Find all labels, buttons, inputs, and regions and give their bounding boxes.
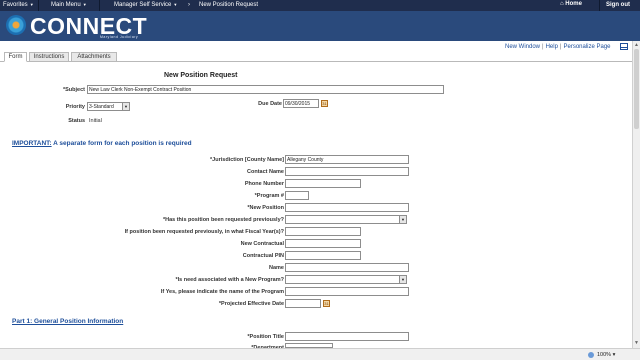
name-label: Name — [269, 265, 284, 271]
page-title: New Position Request — [164, 72, 238, 79]
scroll-down-icon[interactable]: ▼ — [634, 340, 639, 346]
nav-divider — [99, 0, 100, 11]
help-link[interactable]: Help — [546, 44, 558, 50]
new-program-label: *Is need associated with a New Program? — [175, 277, 284, 283]
status-value: Initial — [89, 118, 102, 124]
tab-instructions[interactable]: Instructions — [29, 52, 69, 62]
due-date-field[interactable]: 09/30/2015 — [283, 99, 319, 108]
home-icon: ⌂ — [560, 1, 564, 7]
grid-view-icon[interactable] — [620, 43, 628, 50]
subject-label: *Subject — [62, 87, 85, 93]
chevron-down-icon: ▼ — [399, 216, 406, 223]
jurisdiction-field[interactable]: Allegany County — [285, 155, 409, 164]
breadcrumb-manager-self-service[interactable]: Manager Self Service ▼ — [114, 2, 177, 8]
part1-heading: Part 1: General Position Information — [12, 318, 123, 325]
position-title-label: *Position Title — [247, 334, 284, 340]
personalize-page-link[interactable]: Personalize Page — [563, 44, 610, 50]
contractual-pin-label: Contractual PIN — [242, 253, 284, 259]
home-label: Home — [565, 1, 582, 7]
priority-value: 3-Standard — [89, 104, 114, 110]
phone-number-field[interactable] — [285, 179, 361, 188]
link-separator: | — [559, 44, 562, 50]
program-name-label: If Yes, please indicate the name of the … — [160, 289, 284, 295]
breadcrumb-label: Manager Self Service — [114, 2, 172, 8]
favorites-label: Favorites — [3, 2, 28, 8]
new-position-label: *New Position — [247, 205, 284, 211]
name-field[interactable] — [285, 263, 409, 272]
page-links: New Window | Help | Personalize Page — [505, 44, 611, 50]
globe-icon — [588, 352, 594, 358]
tab-attachments[interactable]: Attachments — [71, 52, 117, 62]
zoom-value: 100% — [597, 352, 612, 358]
link-separator: | — [542, 44, 544, 50]
requested-previously-label: *Has this position been requested previo… — [162, 217, 284, 223]
scroll-up-icon[interactable]: ▲ — [634, 42, 639, 48]
priority-select[interactable]: 3-Standard ▼ — [87, 102, 130, 111]
calendar-icon[interactable]: 31 — [321, 100, 328, 107]
important-notice: IMPORTANT: A separate form for each posi… — [12, 140, 192, 147]
fiscal-year-field[interactable] — [285, 227, 361, 236]
breadcrumb-current-page: New Position Request — [199, 2, 259, 8]
program-number-label: *Program # — [254, 193, 284, 199]
tab-form[interactable]: Form — [4, 52, 27, 62]
program-number-field[interactable] — [285, 191, 309, 200]
requested-previously-select[interactable]: ▼ — [285, 215, 407, 224]
favorites-menu[interactable]: Favorites ▼ — [3, 2, 34, 8]
phone-number-label: Phone Number — [244, 181, 284, 187]
position-title-field[interactable] — [285, 332, 409, 341]
subject-field[interactable]: New Law Clerk Non-Exempt Contract Positi… — [87, 85, 444, 94]
new-contractual-label: New Contractual — [240, 241, 284, 247]
effective-date-label: *Projected Effective Date — [218, 301, 284, 307]
important-text: A separate form for each position is req… — [51, 140, 192, 147]
breadcrumb-separator: › — [188, 2, 190, 8]
main-menu-label: Main Menu — [51, 2, 81, 8]
new-program-select[interactable]: ▼ — [285, 275, 407, 284]
part1-heading-text: Part 1: General Position Information — [12, 318, 124, 325]
calendar-icon[interactable]: 31 — [323, 300, 330, 307]
chevron-down-icon: ▼ — [29, 2, 34, 7]
chevron-down-icon: ▼ — [173, 2, 178, 7]
browser-status-bar: 100% ▾ — [0, 348, 640, 360]
program-name-field[interactable] — [285, 287, 409, 296]
main-menu[interactable]: Main Menu ▼ — [51, 2, 87, 8]
scrollbar-thumb[interactable] — [634, 49, 639, 129]
new-window-link[interactable]: New Window — [505, 44, 540, 50]
home-link[interactable]: ⌂ Home — [560, 1, 582, 7]
contact-name-field[interactable] — [285, 167, 409, 176]
connect-logo-icon — [6, 15, 26, 35]
status-label: Status — [68, 118, 85, 124]
important-prefix: IMPORTANT: — [12, 140, 52, 147]
vertical-scrollbar[interactable]: ▲ ▼ — [632, 41, 640, 348]
due-date-label: Due Date — [258, 101, 282, 107]
effective-date-field[interactable] — [285, 299, 321, 308]
contractual-pin-field[interactable] — [285, 251, 361, 260]
signout-link[interactable]: Sign out — [606, 2, 630, 8]
nav-divider — [38, 0, 39, 11]
brand-subtitle: Maryland Judiciary — [100, 35, 139, 39]
jurisdiction-label: *Jurisdiction [County Name] — [210, 157, 284, 163]
chevron-down-icon: ▼ — [122, 103, 129, 110]
fiscal-year-label: If position been requested previously, i… — [124, 229, 284, 235]
priority-label: Priority — [65, 104, 85, 110]
contact-name-label: Contact Name — [247, 169, 284, 175]
zoom-level[interactable]: 100% ▾ — [597, 352, 615, 358]
nav-divider — [599, 0, 600, 11]
chevron-down-icon: ▼ — [82, 2, 87, 7]
new-contractual-field[interactable] — [285, 239, 361, 248]
new-position-field[interactable] — [285, 203, 409, 212]
top-navigation-bar: Favorites ▼ Main Menu ▼ Manager Self Servi… — [0, 0, 640, 11]
chevron-down-icon: ▼ — [399, 276, 406, 283]
chevron-down-icon: ▾ — [612, 352, 616, 358]
